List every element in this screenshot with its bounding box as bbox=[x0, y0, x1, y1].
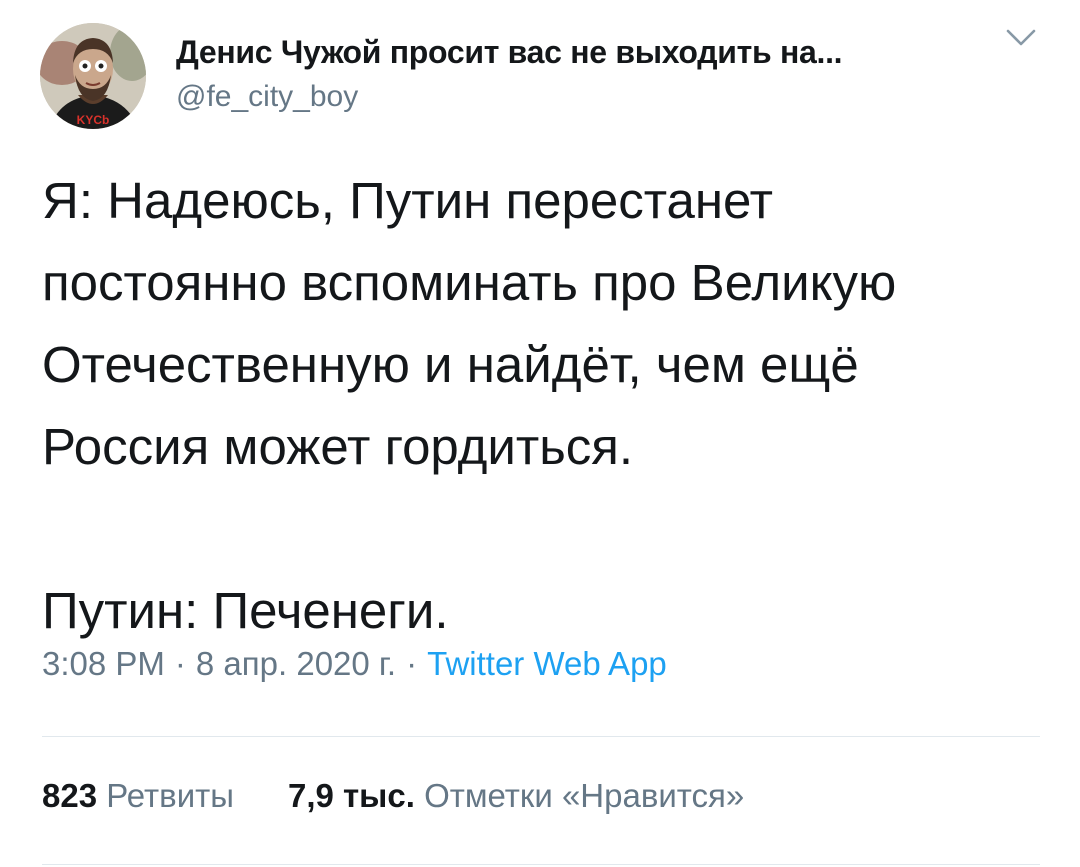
tweet-source-link[interactable]: Twitter Web App bbox=[427, 645, 667, 682]
chevron-down-icon bbox=[1006, 29, 1036, 46]
tweet-time[interactable]: 3:08 PM bbox=[42, 645, 165, 682]
tweet-text: Я: Надеюсь, Путин перестанет постоянно в… bbox=[42, 172, 897, 639]
tweet-header: KYCb Денис Чужой просит вас не выходить … bbox=[40, 20, 1050, 130]
meta-separator: · bbox=[406, 645, 418, 682]
avatar[interactable]: KYCb bbox=[40, 23, 146, 129]
tweet-stats: 823 Ретвиты 7,9 тыс. Отметки «Нравится» bbox=[42, 777, 744, 815]
likes-label: Отметки «Нравится» bbox=[424, 777, 745, 814]
likes-count: 7,9 тыс. bbox=[287, 777, 415, 814]
meta-separator: · bbox=[174, 645, 186, 682]
retweets-stat[interactable]: 823 Ретвиты bbox=[42, 777, 234, 815]
avatar-image: KYCb bbox=[40, 23, 146, 129]
more-options-button[interactable] bbox=[997, 20, 1045, 60]
likes-stat[interactable]: 7,9 тыс. Отметки «Нравится» bbox=[288, 777, 744, 815]
divider bbox=[42, 864, 1040, 865]
tweet-meta: 3:08 PM · 8 апр. 2020 г. · Twitter Web App bbox=[42, 645, 667, 683]
retweets-count: 823 bbox=[42, 777, 98, 814]
avatar-shirt-text: KYCb bbox=[77, 113, 110, 127]
tweet-date[interactable]: 8 апр. 2020 г. bbox=[196, 645, 396, 682]
author-handle[interactable]: @fe_city_boy bbox=[176, 80, 358, 114]
retweets-label: Ретвиты bbox=[106, 777, 234, 814]
divider bbox=[42, 736, 1040, 737]
author-display-name[interactable]: Денис Чужой просит вас не выходить на... bbox=[176, 34, 843, 71]
